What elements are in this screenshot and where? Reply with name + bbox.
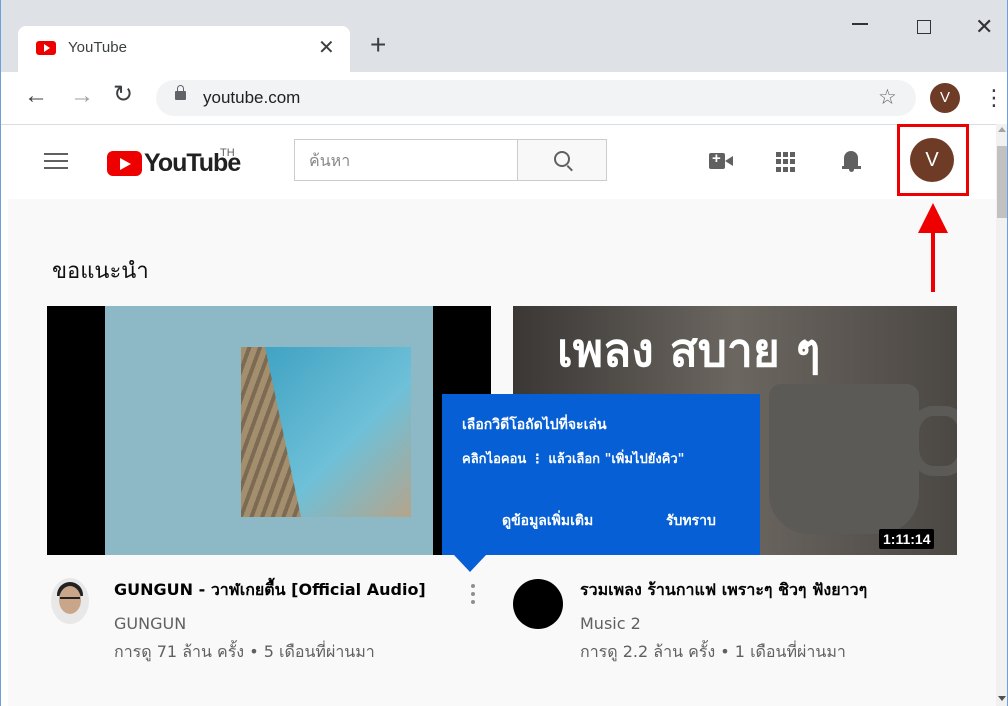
video-meta-2: การดู 2.2 ล้าน ครั้ง • 1 เดือนที่ผ่านมา xyxy=(580,642,846,661)
browser-toolbar: ← → ↻ youtube.com ☆ xyxy=(0,72,1008,125)
url-text[interactable]: youtube.com xyxy=(203,88,300,108)
annotation-arrow-shaft xyxy=(931,228,935,292)
youtube-favicon-icon xyxy=(36,41,56,55)
coffee-mug-image xyxy=(769,384,919,534)
bookmark-star-icon[interactable]: ☆ xyxy=(878,85,897,110)
learn-more-button[interactable]: ดูข้อมูลเพิ่มเติม xyxy=(502,510,593,532)
video-title-2[interactable]: รวมเพลง ร้านกาแฟ เพราะๆ ชิวๆ ฟังยาวๆ xyxy=(580,578,867,603)
scroll-up-arrow-icon[interactable] xyxy=(998,127,1006,132)
channel-name-2[interactable]: Music 2 xyxy=(580,614,641,633)
forward-arrow-icon[interactable]: → xyxy=(70,82,94,110)
youtube-logo-icon[interactable] xyxy=(107,151,142,176)
create-video-icon[interactable] xyxy=(709,150,733,169)
new-tab-button[interactable]: + xyxy=(370,31,386,59)
search-button[interactable] xyxy=(517,139,607,181)
thumbnail-text: เพลง สบาย ๆ xyxy=(557,323,821,377)
video-thumbnail-1[interactable] xyxy=(47,306,491,555)
apps-grid-icon[interactable] xyxy=(776,152,796,172)
thumbnail-artwork xyxy=(105,306,433,555)
video-duration-badge: 1:11:14 xyxy=(879,529,935,549)
search-input[interactable] xyxy=(295,140,517,180)
browser-menu-icon[interactable]: ⋮ xyxy=(983,85,1005,111)
scroll-down-arrow-icon[interactable] xyxy=(998,696,1006,701)
youtube-header: YouTube TH xyxy=(0,125,996,199)
search-box xyxy=(294,139,518,181)
title-bar: YouTube ✕ + ✕ xyxy=(0,0,1008,72)
video-meta-1: การดู 71 ล้าน ครั้ง • 5 เดือนที่ผ่านมา xyxy=(114,642,375,661)
channel-avatar-2[interactable] xyxy=(513,579,563,629)
tooltip-pointer xyxy=(454,555,486,572)
hamburger-menu-icon[interactable] xyxy=(44,153,68,171)
search-icon xyxy=(554,151,570,167)
browser-window: YouTube ✕ + ✕ ← → ↻ youtube.com ☆ V ⋮ Yo… xyxy=(0,0,1008,706)
channel-name-1[interactable]: GUNGUN xyxy=(114,614,186,633)
lock-icon[interactable] xyxy=(175,85,186,100)
tooltip-title: เลือกวิดีโอถัดไปที่จะเล่น xyxy=(462,417,607,433)
maximize-button[interactable] xyxy=(917,20,931,34)
queue-tooltip: เลือกวิดีโอถัดไปที่จะเล่น คลิกไอคอน ⋮ แล… xyxy=(442,394,760,555)
logo-region-code: TH xyxy=(220,147,235,159)
section-title: ขอแนะนำ xyxy=(52,259,149,284)
address-bar[interactable]: youtube.com ☆ xyxy=(156,80,916,116)
channel-avatar-1[interactable] xyxy=(51,578,89,624)
video-title-1[interactable]: GUNGUN - วาฬเกยตื้น [Official Audio] xyxy=(114,578,426,603)
window-close-button[interactable]: ✕ xyxy=(975,14,993,40)
notifications-bell-icon[interactable] xyxy=(842,149,862,173)
got-it-button[interactable]: รับทราบ xyxy=(666,510,716,532)
back-arrow-icon[interactable]: ← xyxy=(24,82,48,110)
account-avatar[interactable]: V xyxy=(910,138,954,182)
more-actions-icon[interactable] xyxy=(471,584,475,604)
browser-tab[interactable]: YouTube ✕ xyxy=(18,26,350,72)
page-scrollbar[interactable] xyxy=(996,124,1008,706)
pool-image xyxy=(241,347,411,517)
browser-profile-avatar[interactable]: V xyxy=(930,83,960,113)
tooltip-body: คลิกไอคอน ⋮ แล้วเลือก "เพิ่มไปยังคิว" xyxy=(462,452,685,467)
tab-title: YouTube xyxy=(68,39,127,56)
scroll-thumb[interactable] xyxy=(997,146,1007,218)
tab-close-icon[interactable]: ✕ xyxy=(318,35,335,60)
reload-icon[interactable]: ↻ xyxy=(113,80,133,109)
minimize-button[interactable] xyxy=(850,14,870,34)
